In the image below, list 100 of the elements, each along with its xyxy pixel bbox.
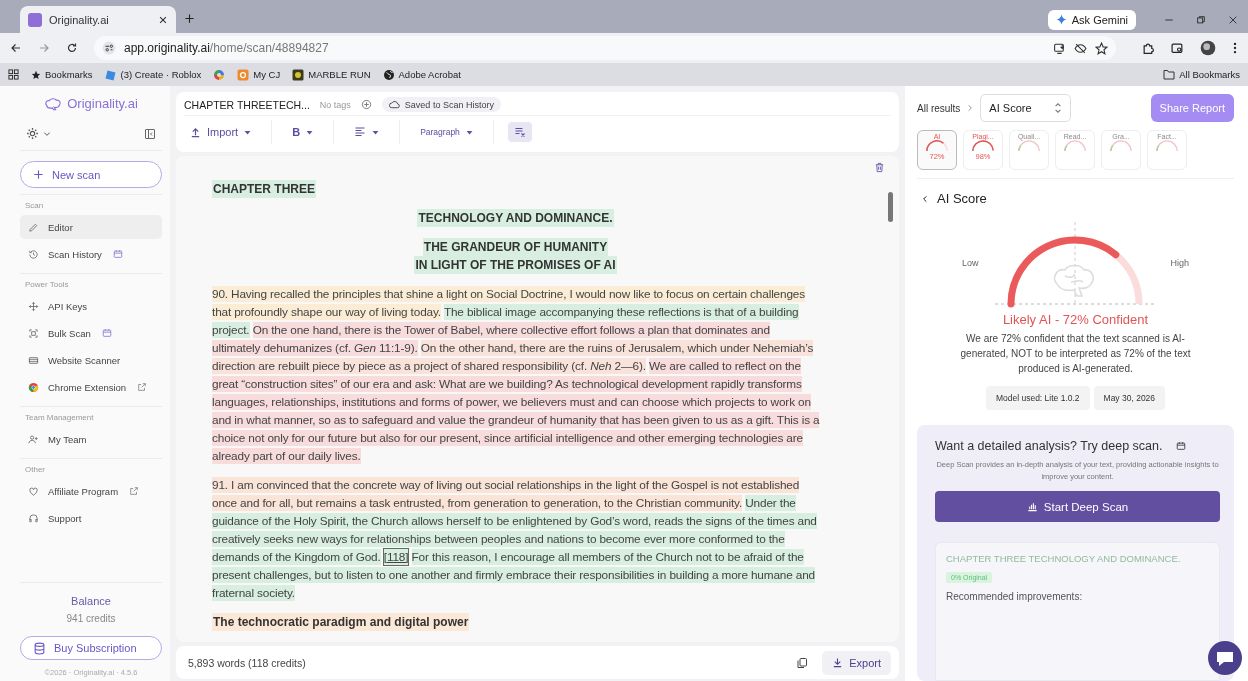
site-favicon-icon: [28, 12, 42, 27]
card-icon: [28, 354, 39, 366]
bookmark-link[interactable]: (3) Create · Roblox: [104, 68, 202, 81]
clear-format-button[interactable]: [507, 122, 532, 142]
bookmark-link[interactable]: Bookmarks: [31, 69, 93, 80]
highlighted-text: demands of the Kingdom of God.: [212, 549, 381, 565]
footnote-link[interactable]: [118]: [383, 549, 409, 565]
move-arrows-icon: [28, 300, 39, 312]
highlighted-text: choice not only for our future but also for our present, since artificial intelligence and other emerging technologies are: [212, 430, 803, 446]
breadcrumb-link[interactable]: All results: [917, 102, 961, 114]
info-chip: May 30, 2026: [1093, 386, 1166, 410]
search-panel-icon[interactable]: [1171, 41, 1184, 55]
tags-label: No tags: [319, 99, 351, 110]
sidebar-item[interactable]: Scan History: [20, 242, 162, 266]
close-icon[interactable]: [1228, 14, 1238, 25]
chat-bubble-button[interactable]: [1208, 641, 1242, 675]
copy-icon[interactable]: [796, 656, 809, 669]
puzzle-icon[interactable]: [1142, 41, 1155, 55]
ask-gemini-button[interactable]: Ask Gemini: [1047, 9, 1136, 30]
highlighted-heading: The technocratic paradigm and digital power: [212, 613, 470, 631]
sidebar-item[interactable]: Support: [20, 506, 162, 530]
close-icon[interactable]: [158, 14, 168, 25]
document-title[interactable]: CHAPTER THREETECH...: [184, 98, 310, 111]
sidebar-item[interactable]: Editor: [20, 215, 162, 239]
mini-gauge-icon: [970, 140, 996, 152]
caret-icon: [244, 128, 252, 136]
bookmark-link[interactable]: Adobe Acrobat: [382, 68, 461, 81]
settings-menu[interactable]: [26, 127, 51, 140]
headset-icon: [28, 512, 39, 524]
sidebar-item[interactable]: My Team: [20, 427, 162, 451]
sparkle-icon: [1055, 14, 1067, 25]
sidebar-item[interactable]: Affiliate Program: [20, 479, 162, 503]
eye-slash-icon[interactable]: [1074, 41, 1087, 55]
mini-gauge-icon: [1154, 140, 1180, 152]
reload-icon[interactable]: [66, 42, 78, 54]
import-button[interactable]: Import: [184, 122, 258, 142]
external-link-icon: [137, 382, 148, 392]
square-logo-icon: [292, 68, 305, 81]
apps-grid-icon[interactable]: [8, 69, 19, 80]
browser-tab[interactable]: Originality.ai: [20, 6, 176, 33]
back-button[interactable]: AI Score: [917, 179, 1234, 212]
clear-format-icon: [513, 126, 526, 138]
tab-title: Originality.ai: [49, 13, 110, 26]
add-circle-icon[interactable]: [360, 99, 372, 110]
highlighted-text: On the one hand, there is the Tower of Babel, where collective effort follows a plan that dominates and: [252, 322, 770, 338]
highlighted-text: project.: [212, 322, 250, 338]
highlighted-text: direction are rebuilt piece by piece as a project of shared responsibility (cf. Neh 2—6).: [212, 358, 646, 374]
export-button[interactable]: Export: [822, 650, 891, 675]
calendar-icon: [1176, 441, 1187, 451]
highlighted-text: creatively seeks new ways for relationships between peoples and nations to become ever more conformed to the: [212, 531, 785, 547]
mini-gauge-icon: [1062, 140, 1088, 152]
highlighted-text: ultimately dehumanizes (cf. Gen 11:1-9).: [212, 340, 418, 356]
new-scan-button[interactable]: New scan: [20, 161, 162, 188]
bold-button[interactable]: B: [286, 122, 320, 142]
paragraph-style-dropdown[interactable]: Paragraph: [414, 123, 479, 141]
cloud-icon: [388, 99, 400, 110]
brand-logo[interactable]: Originality.ai: [20, 94, 162, 127]
mini-gauge-icon: [1108, 140, 1134, 152]
trash-icon[interactable]: [874, 162, 885, 173]
database-icon: [33, 641, 46, 655]
address-bar[interactable]: app.originality.ai/home/scan/48894827: [94, 36, 1116, 60]
calendar-icon: [101, 328, 112, 338]
sidebar-item[interactable]: Website Scanner: [20, 348, 162, 372]
saved-status-chip: Saved to Scan History: [381, 97, 501, 112]
info-chip: Model used: Lite 1.0.2: [985, 386, 1090, 410]
buy-subscription-button[interactable]: Buy Subscription: [20, 636, 162, 660]
history-icon: [28, 248, 39, 260]
credits-text: 941 credits: [66, 613, 116, 624]
globe-icon: [382, 68, 395, 81]
word-count: 5,893 words (118 credits): [188, 656, 306, 669]
chevron-down-icon: [43, 129, 51, 138]
sidebar-item[interactable]: Bulk Scan: [20, 321, 162, 345]
sidebar-item[interactable]: API Keys: [20, 294, 162, 318]
start-deep-scan-button[interactable]: Start Deep Scan: [935, 491, 1220, 522]
star-outline-icon[interactable]: [1095, 41, 1108, 55]
plus-icon: [33, 169, 44, 180]
sidebar-item[interactable]: Chrome Extension: [20, 375, 162, 399]
balance-label: Balance: [71, 595, 111, 607]
settings-icon: [26, 127, 39, 140]
install-icon[interactable]: [1053, 41, 1066, 55]
caret-icon: [372, 128, 380, 136]
menu-icon[interactable]: [1232, 41, 1238, 55]
all-bookmarks-link[interactable]: All Bookmarks: [1163, 69, 1240, 80]
sort-arrows-icon: [1053, 102, 1062, 114]
result-type-select[interactable]: AI Score: [980, 94, 1071, 122]
bookmark-link[interactable]: MARBLE RUN: [292, 68, 371, 81]
low-label: Low: [962, 258, 979, 268]
back-arrow-icon[interactable]: [10, 42, 22, 54]
swirl-icon[interactable]: [213, 68, 226, 81]
bookmark-link[interactable]: My CJ: [237, 68, 281, 81]
highlighted-heading: IN LIGHT OF THE PROMISES OF AI: [414, 256, 617, 274]
external-link-icon: [129, 486, 140, 496]
highlighted-heading: TECHNOLOGY AND DOMINANCE.: [417, 209, 614, 227]
site-settings-icon[interactable]: [102, 41, 116, 55]
highlighted-heading: CHAPTER THREE: [212, 180, 316, 198]
avatar-icon[interactable]: [1200, 40, 1216, 56]
plus-icon[interactable]: [184, 13, 195, 24]
restore-icon[interactable]: [1196, 14, 1206, 25]
sidebar-collapse-icon[interactable]: [144, 127, 156, 140]
highlighted-text: guidance of the Holy Spirit, the Church allows herself to be enlightened by God’s word, reads the signs of the times and: [212, 513, 817, 529]
